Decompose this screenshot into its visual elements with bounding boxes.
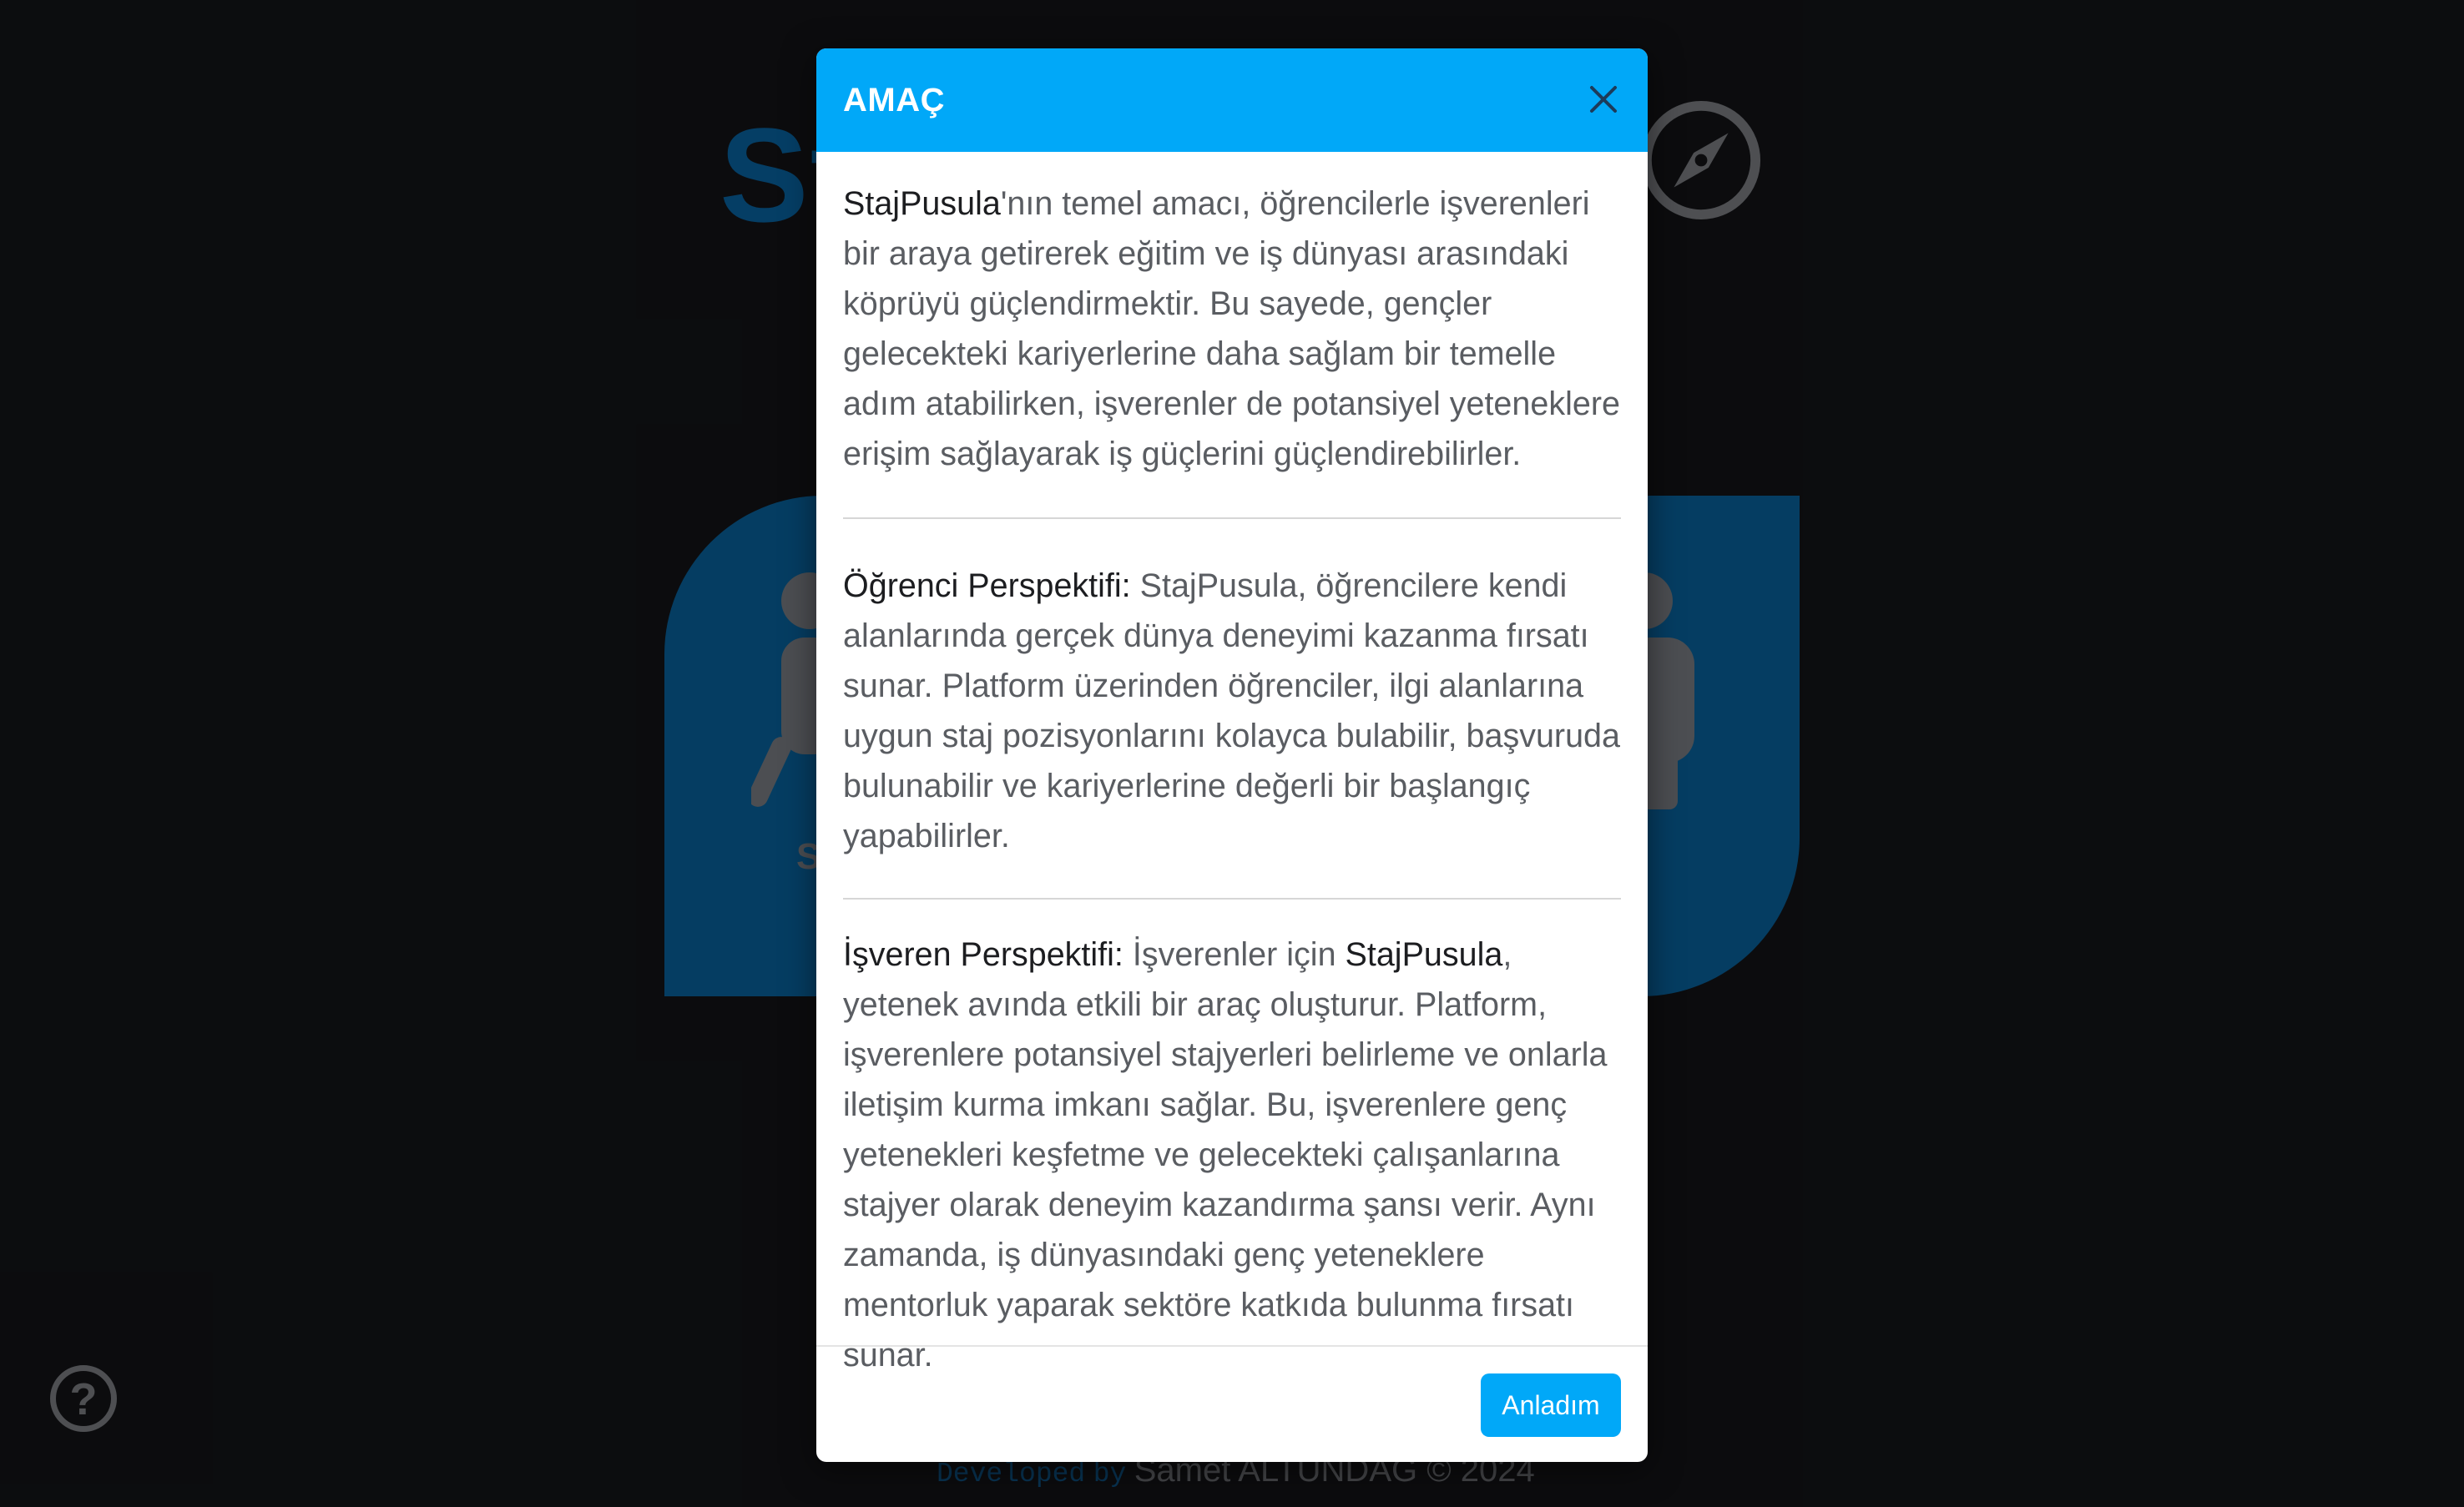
purpose-modal: AMAÇ StajPusula'nın temel amacı, öğrenci…: [816, 48, 1648, 1462]
close-icon[interactable]: [1576, 72, 1631, 127]
student-text: StajPusula, öğrencilere kendi alanlarınd…: [843, 567, 1620, 854]
purpose-text: 'nın temel amacı, öğrencilerle işverenle…: [843, 185, 1620, 472]
ok-button[interactable]: Anladım: [1481, 1373, 1621, 1437]
student-heading: Öğrenci Perspektifi:: [843, 567, 1131, 604]
modal-header: AMAÇ: [816, 48, 1648, 152]
brand-name: StajPusula: [843, 185, 1001, 222]
modal-title: AMAÇ: [843, 82, 945, 118]
employer-text-after: , yetenek avında etkili bir araç oluştur…: [843, 936, 1608, 1373]
purpose-paragraph: StajPusula'nın temel amacı, öğrencilerle…: [843, 179, 1621, 517]
student-paragraph: Öğrenci Perspektifi: StajPusula, öğrenci…: [843, 519, 1621, 898]
brand-name: StajPusula: [1345, 936, 1503, 973]
modal-footer: Anladım: [816, 1345, 1648, 1462]
employer-text-before: İşverenler için: [1123, 936, 1346, 973]
modal-body: StajPusula'nın temel amacı, öğrencilerle…: [816, 152, 1648, 1382]
employer-paragraph: İşveren Perspektifi: İşverenler için Sta…: [843, 900, 1621, 1382]
page: St S ? Developed by Samet ALTUNDAĞ © 202…: [0, 0, 2464, 1507]
employer-heading: İşveren Perspektifi:: [843, 936, 1123, 973]
